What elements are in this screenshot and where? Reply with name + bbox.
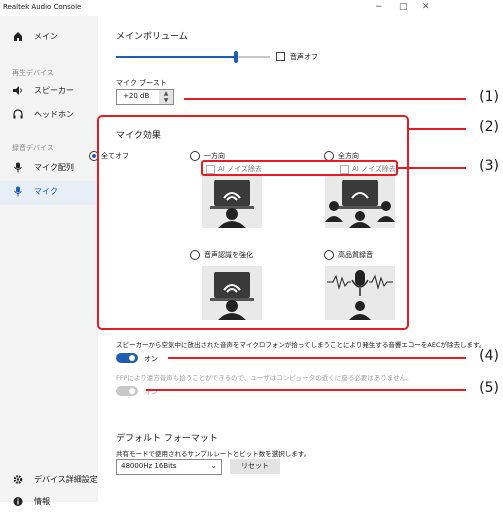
microphone-icon bbox=[14, 186, 22, 197]
sidebar-item-info[interactable]: 情報 bbox=[0, 491, 98, 513]
aec-toggle[interactable] bbox=[116, 353, 138, 363]
ffp-description: FFPにより遠方音声も拾うことができるので、ユーザはコンピュータの近くに座る必要… bbox=[116, 374, 413, 382]
sidebar-item-mic[interactable]: マイク bbox=[0, 181, 98, 205]
sidebar-item-label: マイク配列 bbox=[34, 163, 74, 172]
sidebar-item-main[interactable]: メイン bbox=[0, 26, 98, 48]
mic-boost-spinbox[interactable]: +20 dB ▲ ▼ bbox=[116, 89, 174, 105]
sidebar-item-label: メイン bbox=[34, 32, 58, 41]
mute-label: 音声オフ bbox=[290, 53, 318, 61]
callout-label-5: (5) bbox=[479, 380, 499, 396]
mute-checkbox[interactable] bbox=[276, 52, 285, 61]
mic-effect-highlight-box bbox=[97, 115, 409, 330]
mic-boost-label: マイク ブースト bbox=[116, 79, 167, 87]
spin-arrows-icon[interactable]: ▲ ▼ bbox=[159, 90, 173, 104]
callout-label-1: (1) bbox=[479, 89, 499, 105]
sidebar-item-headphone[interactable]: ヘッドホン bbox=[0, 104, 98, 126]
reset-button[interactable]: リセット bbox=[230, 459, 280, 474]
maximize-button[interactable]: □ bbox=[399, 2, 408, 12]
sidebar-item-mic-array[interactable]: マイク配列 bbox=[0, 157, 98, 179]
callout-line-1 bbox=[184, 98, 466, 100]
main-volume-title: メインボリューム bbox=[116, 32, 188, 42]
callout-line-2 bbox=[409, 128, 466, 130]
sidebar-item-speaker[interactable]: スピーカー bbox=[0, 80, 98, 102]
home-icon bbox=[14, 32, 22, 41]
sidebar-item-label: ヘッドホン bbox=[34, 110, 74, 119]
mic-boost-value: +20 dB bbox=[123, 92, 150, 100]
callout-line-5 bbox=[146, 389, 466, 391]
microphone-icon bbox=[14, 162, 22, 173]
callout-label-4: (4) bbox=[479, 348, 499, 364]
ai-noise-highlight-box bbox=[201, 160, 398, 176]
callout-label-2: (2) bbox=[479, 119, 499, 135]
chevron-down-icon: ⌄ bbox=[210, 461, 217, 470]
default-format-title: デフォルト フォーマット bbox=[116, 434, 218, 444]
sidebar-item-label: スピーカー bbox=[34, 86, 74, 95]
recording-section-heading: 録音デバイス bbox=[12, 144, 54, 152]
volume-slider-thumb[interactable] bbox=[234, 51, 238, 63]
volume-slider-fill bbox=[116, 56, 236, 58]
playback-section-heading: 再生デバイス bbox=[12, 69, 54, 77]
sidebar: メイン 再生デバイス スピーカー ヘッドホン 録音デバイス マイク配列 マイク … bbox=[0, 16, 98, 506]
sidebar-item-label: マイク bbox=[34, 187, 58, 196]
callout-line-3 bbox=[398, 167, 466, 169]
close-button[interactable]: ✕ bbox=[422, 2, 430, 12]
format-select[interactable]: 48000Hz 16Bits ⌄ bbox=[116, 459, 222, 475]
minimize-button[interactable]: − bbox=[375, 2, 383, 12]
format-select-value: 48000Hz 16Bits bbox=[121, 462, 177, 470]
ffp-toggle[interactable] bbox=[116, 386, 138, 396]
aec-toggle-label: オン bbox=[144, 355, 158, 363]
gear-icon bbox=[13, 475, 23, 484]
headphone-icon bbox=[13, 109, 23, 119]
default-format-desc: 共有モードで使用されるサンプルレートとビット数を選択します。 bbox=[116, 450, 311, 458]
sidebar-item-device-settings[interactable]: デバイス詳細設定 bbox=[0, 469, 98, 491]
sidebar-item-label: デバイス詳細設定 bbox=[34, 475, 98, 484]
callout-line-4 bbox=[168, 357, 466, 359]
callout-label-3: (3) bbox=[479, 158, 499, 174]
window-title: Realtek Audio Console bbox=[3, 3, 82, 11]
volume-slider[interactable] bbox=[116, 51, 270, 63]
aec-description: スピーカーから空気中に放出された音声をマイクロフォンが拾ってしまうことにより発生… bbox=[116, 341, 486, 349]
speaker-icon bbox=[13, 86, 22, 95]
